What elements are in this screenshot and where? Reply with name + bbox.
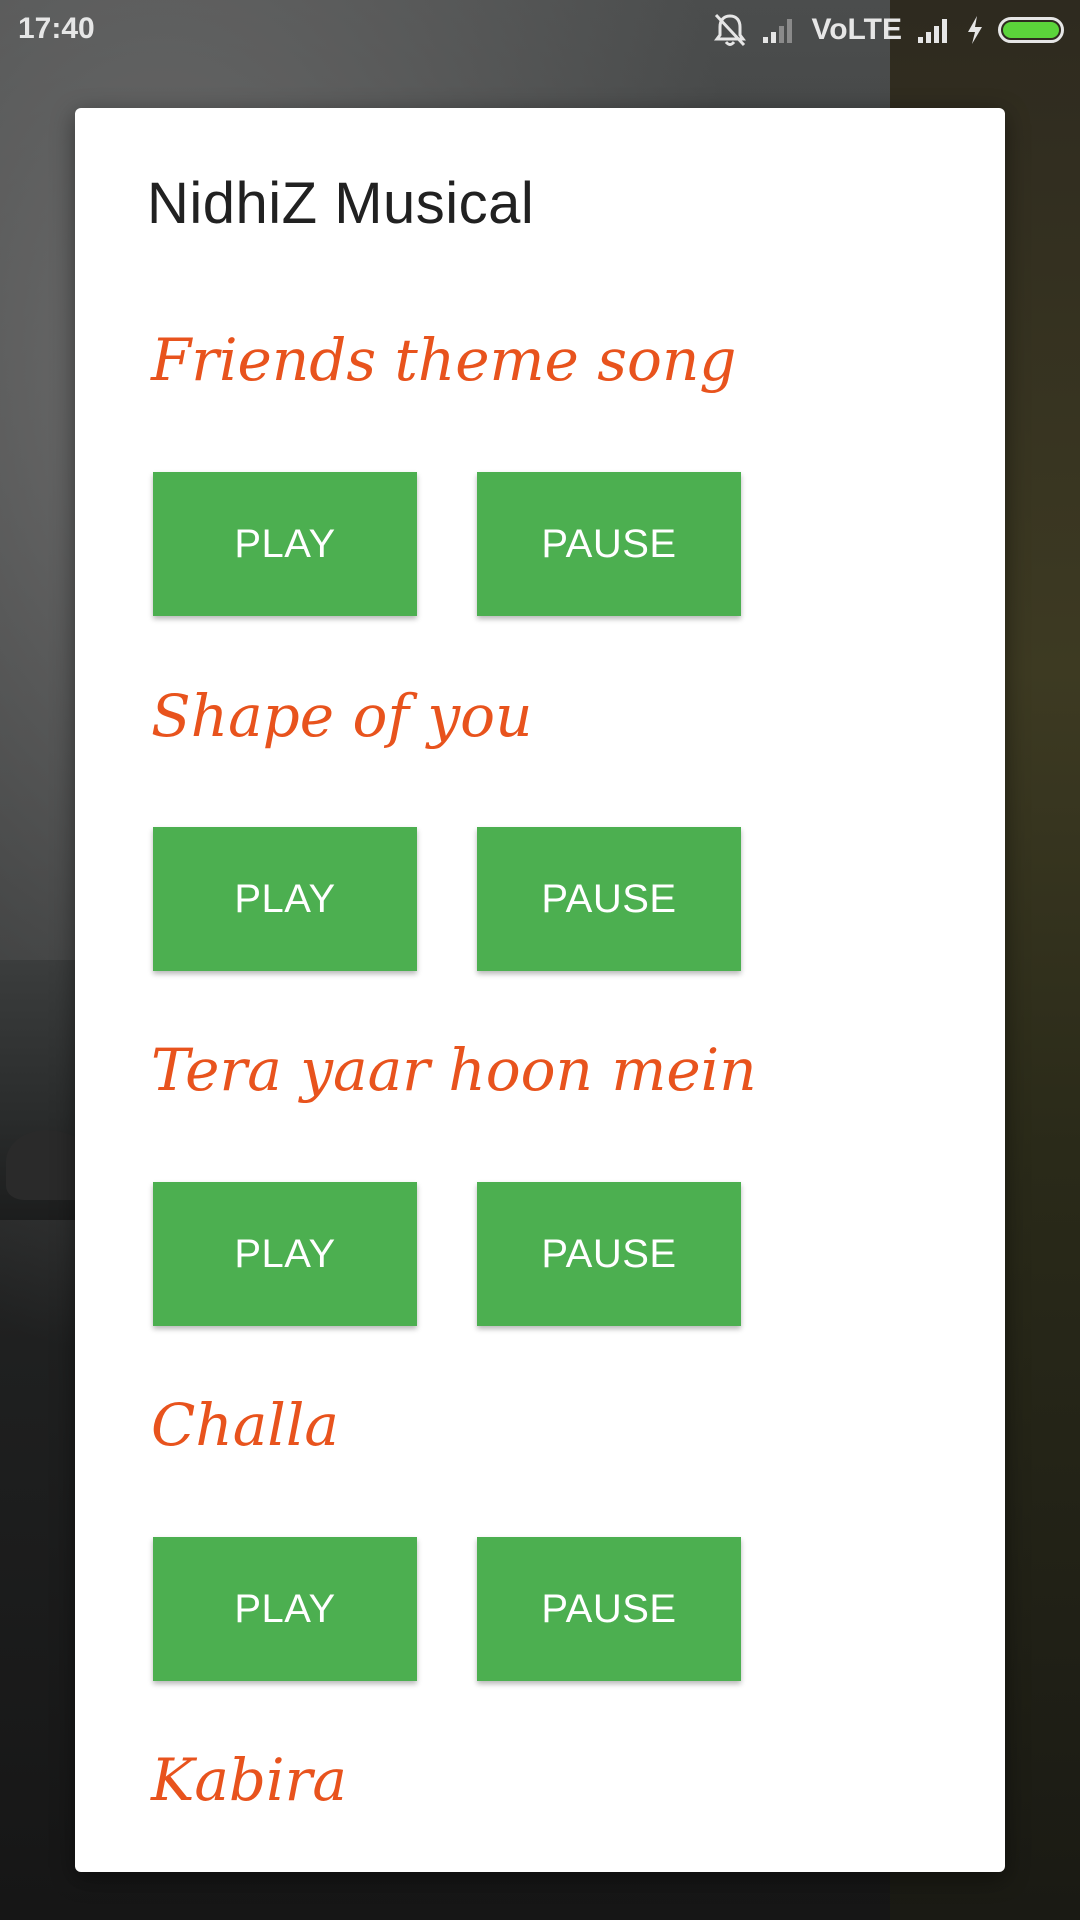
play-button[interactable]: PLAY	[153, 472, 417, 616]
song-title: Kabira	[151, 1746, 347, 1814]
pause-button[interactable]: PAUSE	[477, 1182, 741, 1326]
status-icons: VoLTE	[713, 10, 1064, 50]
song-title: Challa	[151, 1391, 339, 1459]
song-title: Tera yaar hoon mein	[151, 1036, 757, 1104]
play-button[interactable]: PLAY	[153, 1537, 417, 1681]
network-type-label: VoLTE	[811, 13, 902, 46]
dialog-title: NidhiZ Musical	[147, 171, 535, 236]
battery-fill	[1003, 22, 1059, 38]
signal-icon	[916, 15, 952, 45]
pause-button[interactable]: PAUSE	[477, 827, 741, 971]
charging-bolt-icon	[966, 15, 984, 45]
play-button[interactable]: PLAY	[153, 827, 417, 971]
battery-icon	[998, 17, 1064, 43]
pause-button[interactable]: PAUSE	[477, 1537, 741, 1681]
pause-button[interactable]: PAUSE	[477, 472, 741, 616]
song-title: Shape of you	[151, 682, 533, 750]
music-dialog: NidhiZ Musical Friends theme song PLAY P…	[75, 108, 1005, 1872]
play-button[interactable]: PLAY	[153, 1182, 417, 1326]
bell-muted-icon	[713, 12, 747, 48]
signal-icon	[761, 15, 797, 45]
screen: 17:40 VoLTE NidhiZ Musical Friends theme…	[0, 0, 1080, 1920]
status-bar: 17:40 VoLTE	[0, 0, 1080, 60]
status-time: 17:40	[18, 12, 95, 45]
song-title: Friends theme song	[151, 326, 737, 394]
